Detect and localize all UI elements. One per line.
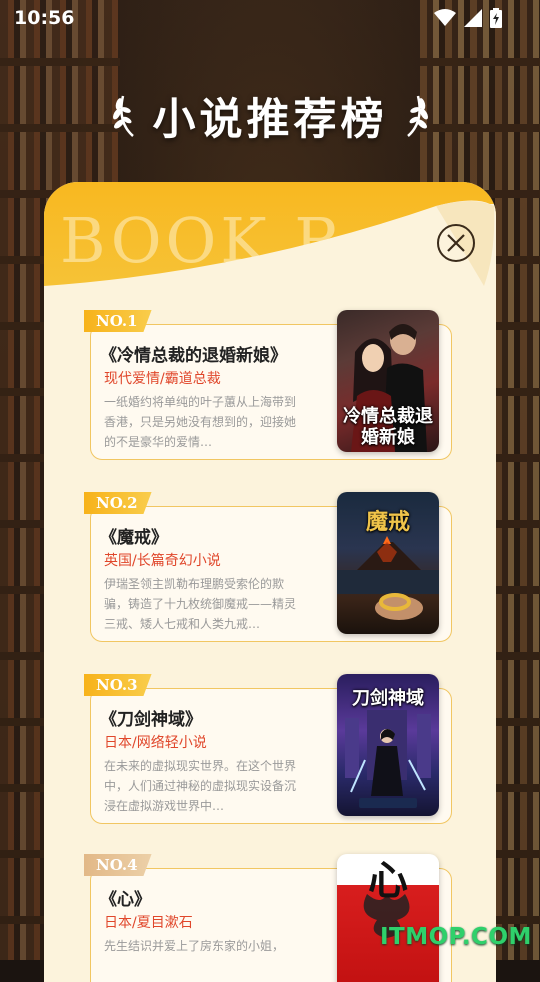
book-cover[interactable]: 冷情总裁退婚新娘 bbox=[337, 310, 439, 452]
battery-icon bbox=[490, 8, 502, 28]
book-title: 《冷情总裁的退婚新娘》 bbox=[100, 346, 287, 366]
book-item-1[interactable]: NO.1 《冷情总裁的退婚新娘》 现代爱情/霸道总裁 一纸婚约将单纯的叶子蕙从上… bbox=[84, 310, 454, 460]
book-cover[interactable]: 心 bbox=[337, 854, 439, 982]
status-icons bbox=[434, 8, 502, 28]
rank-badge: NO.2 bbox=[84, 492, 152, 514]
status-time: 10:56 bbox=[14, 7, 75, 29]
watermark-text: ITMOP.COM bbox=[380, 924, 532, 950]
book-title: 《心》 bbox=[100, 890, 151, 910]
status-bar: 10:56 bbox=[0, 0, 540, 36]
rank-badge: NO.4 bbox=[84, 854, 152, 876]
book-item-3[interactable]: NO.3 《刀剑神域》 日本/网络轻小说 在未来的虚拟现实世界。在这个世界中，人… bbox=[84, 674, 454, 824]
rank-badge: NO.3 bbox=[84, 674, 152, 696]
book-genre: 日本/夏目漱石 bbox=[104, 915, 193, 931]
cover-title: 魔戒 bbox=[365, 510, 410, 535]
book-description: 先生结识并爱上了房东家的小姐， bbox=[104, 939, 285, 953]
book-genre: 英国/长篇奇幻小说 bbox=[104, 553, 221, 569]
page-header: 小说推荐榜 bbox=[0, 84, 540, 148]
laurel-right-icon bbox=[402, 90, 430, 142]
close-icon bbox=[447, 234, 465, 252]
book-genre: 日本/网络轻小说 bbox=[104, 735, 207, 751]
book-cover[interactable]: 魔戒 bbox=[337, 492, 439, 634]
book-title: 《刀剑神域》 bbox=[100, 710, 202, 730]
close-button[interactable] bbox=[437, 224, 475, 262]
book-cover[interactable]: 刀剑神域 bbox=[337, 674, 439, 816]
cover-title: 冷情总裁退婚新娘 bbox=[343, 406, 433, 448]
book-item-2[interactable]: NO.2 《魔戒》 英国/长篇奇幻小说 伊瑞圣领主凯勒布理鹏受索伦的欺骗，铸造了… bbox=[84, 492, 454, 642]
cover-title: 刀剑神域 bbox=[352, 688, 424, 709]
page-curl-decoration bbox=[44, 200, 496, 302]
book-description: 一纸婚约将单纯的叶子蕙从上海带到香港，只是另她没有想到的，迎接她的不是豪华的爱情… bbox=[104, 395, 297, 449]
rank-badge: NO.1 bbox=[84, 310, 152, 332]
laurel-left-icon bbox=[111, 90, 139, 142]
wifi-icon bbox=[434, 9, 456, 27]
signal-icon bbox=[464, 9, 482, 27]
page-title: 小说推荐榜 bbox=[152, 95, 388, 145]
ranking-card: BOOK R NO.1 《冷情总裁的退婚新娘》 现代爱情/霸道总裁 一纸婚约将单… bbox=[44, 182, 496, 982]
book-description: 在未来的虚拟现实世界。在这个世界中，人们通过神秘的虚拟现实设备沉浸在虚拟游戏世界… bbox=[104, 759, 297, 813]
cover-title: 心 bbox=[368, 857, 408, 904]
book-genre: 现代爱情/霸道总裁 bbox=[104, 371, 221, 387]
book-description: 伊瑞圣领主凯勒布理鹏受索伦的欺骗，铸造了十九枚统御魔戒——精灵三戒、矮人七戒和人… bbox=[104, 577, 297, 631]
book-title: 《魔戒》 bbox=[100, 528, 168, 548]
book-item-4[interactable]: NO.4 《心》 日本/夏目漱石 先生结识并爱上了房东家的小姐， 心 bbox=[84, 854, 454, 982]
